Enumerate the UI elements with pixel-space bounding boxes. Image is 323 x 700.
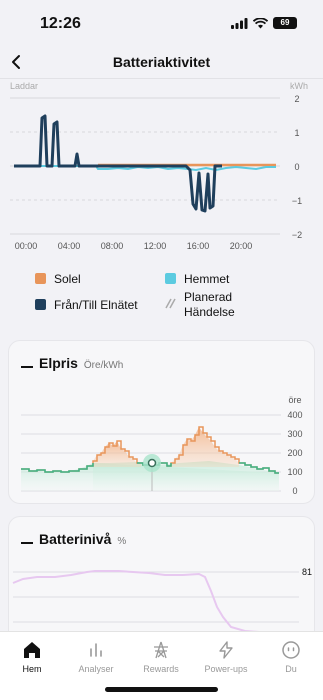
tab-label-rewards: Rewards	[143, 664, 179, 674]
tab-label-power-ups: Power-ups	[204, 664, 248, 674]
status-icons: 69	[231, 17, 297, 29]
x-tick: 00:00	[15, 241, 38, 251]
tab-rewards[interactable]: Rewards	[129, 640, 193, 674]
tab-power-ups[interactable]: Power-ups	[194, 640, 258, 674]
tab-label-analytics: Analyser	[78, 664, 114, 674]
home-swatch	[165, 273, 176, 284]
battery-icon: 69	[273, 17, 297, 29]
signal-icon	[231, 17, 248, 29]
y-tick: 1	[294, 128, 299, 138]
bar-chart-icon	[90, 643, 102, 657]
page-title: Batteriaktivitet	[112, 54, 211, 70]
home-icon	[24, 642, 40, 658]
battery-activity-chart: Laddar kWh 2 1 0 −1 −2 00:00 04:00 08:00…	[10, 81, 308, 251]
price-y-tick: 400	[287, 410, 302, 420]
legend-item-grid: Från/Till Elnätet	[35, 298, 138, 312]
y-tick: −2	[292, 230, 302, 240]
legend-item-planned: Planerad Händelse	[165, 290, 235, 320]
x-tick: 20:00	[230, 241, 253, 251]
x-tick: 04:00	[58, 241, 81, 251]
profile-face-icon	[282, 641, 300, 659]
status-bar: 12:26 69	[0, 0, 323, 46]
solar-swatch	[35, 273, 46, 284]
battery-level-line	[12, 570, 299, 634]
x-tick: 12:00	[144, 241, 167, 251]
legend-label-grid: Från/Till Elnätet	[54, 298, 138, 312]
battery-gridlines	[13, 571, 299, 623]
home-indicator	[105, 687, 218, 692]
grid-swatch	[35, 299, 46, 310]
tab-label-profile: Du	[285, 664, 297, 674]
y-tick: 2	[294, 94, 299, 104]
legend-item-home: Hemmet	[165, 272, 229, 286]
legend-item-solar: Solel	[35, 272, 81, 286]
power-tower-icon	[154, 641, 168, 659]
legend-label-planned-line2: Händelse	[184, 305, 235, 319]
x-tick: 08:00	[101, 241, 124, 251]
tab-profile[interactable]: Du	[259, 640, 323, 674]
electricity-price-card[interactable]: Elpris Öre/kWh öre 400 300 200 100 0	[8, 340, 315, 504]
x-tick: 16:00	[187, 241, 210, 251]
y-tick: −1	[292, 196, 302, 206]
legend-label-planned-line1: Planerad	[184, 290, 233, 304]
lightning-icon	[219, 641, 233, 659]
tab-analytics[interactable]: Analyser	[64, 640, 128, 674]
tab-home[interactable]: Hem	[0, 640, 64, 674]
battery-value-label: 81	[302, 567, 312, 577]
legend-label-home: Hemmet	[184, 272, 230, 286]
status-time: 12:26	[40, 15, 81, 32]
now-marker-dot[interactable]	[147, 458, 157, 468]
price-chart: öre 400 300 200 100 0	[21, 395, 303, 496]
price-y-tick: 300	[287, 429, 302, 439]
price-y-tick: 0	[292, 486, 297, 496]
planned-hatch-icon	[165, 298, 176, 309]
chart-legend: Solel Hemmet Från/Till Elnätet Planerad …	[0, 268, 323, 328]
legend-label-solar: Solel	[54, 272, 81, 286]
price-y-tick: 100	[287, 467, 302, 477]
y-tick: 0	[294, 162, 299, 172]
nav-bar: Batteriaktivitet	[0, 46, 323, 78]
chart-unit: kWh	[290, 81, 308, 91]
tab-label-home: Hem	[22, 664, 42, 674]
legend-label-planned: Planerad Händelse	[184, 290, 235, 320]
chart-left-label: Laddar	[10, 81, 38, 91]
grid-series-line	[14, 114, 222, 213]
price-axis-unit: öre	[288, 395, 301, 405]
price-y-tick: 200	[287, 448, 302, 458]
wifi-icon	[253, 17, 268, 28]
